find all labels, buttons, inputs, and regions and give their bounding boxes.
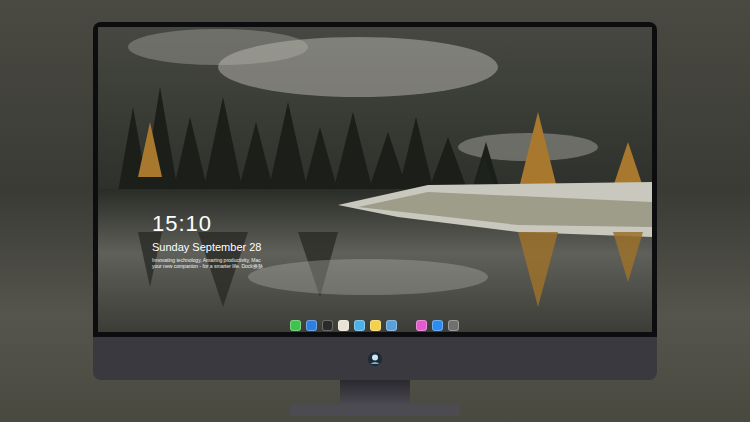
monitor: 15:10 Sunday September 28 Innovating tec…	[93, 22, 657, 416]
stand-base	[290, 404, 460, 416]
dock-app-icon[interactable]	[338, 320, 349, 331]
dock-app-icon[interactable]	[448, 320, 459, 331]
dock-app-icon[interactable]	[354, 320, 365, 331]
backdrop: 15:10 Sunday September 28 Innovating tec…	[0, 0, 750, 422]
dock-app-icon[interactable]	[370, 320, 381, 331]
stand-neck	[340, 380, 410, 404]
tagline-line: your new companion - for a smarter life.…	[152, 263, 263, 269]
clock-time: 15:10	[152, 211, 263, 237]
desktop-screen[interactable]: 15:10 Sunday September 28 Innovating tec…	[98, 27, 652, 332]
brand-logo-icon	[367, 351, 383, 367]
tagline-line: Innovating technology, Amazing productiv…	[152, 257, 263, 263]
dock-app-icon[interactable]	[290, 320, 301, 331]
dock	[290, 319, 459, 331]
dock-app-icon[interactable]	[386, 320, 397, 331]
monitor-chin	[93, 337, 657, 380]
wallpaper-photo	[98, 27, 652, 332]
dock-app-icon[interactable]	[416, 320, 427, 331]
dock-app-icon[interactable]	[432, 320, 443, 331]
screen-bezel: 15:10 Sunday September 28 Innovating tec…	[93, 22, 657, 337]
dock-app-icon[interactable]	[322, 320, 333, 331]
tagline: Innovating technology, Amazing productiv…	[152, 257, 263, 269]
clock-date: Sunday September 28	[152, 240, 263, 254]
dock-app-icon[interactable]	[306, 320, 317, 331]
